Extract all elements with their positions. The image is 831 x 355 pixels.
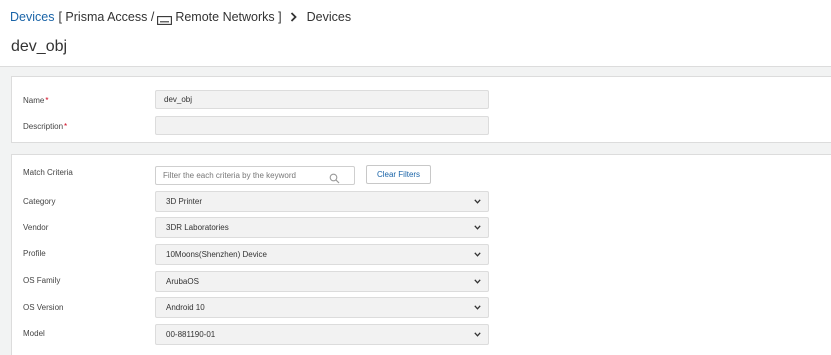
breadcrumb-devices-link[interactable]: Devices bbox=[10, 10, 54, 24]
model-value: 00-881190-01 bbox=[166, 330, 216, 339]
chevron-down-icon bbox=[474, 225, 481, 230]
match-criteria-panel: Match Criteria Filter the each criteria … bbox=[11, 154, 831, 355]
clear-filters-button[interactable]: Clear Filters bbox=[366, 165, 431, 184]
chevron-down-icon bbox=[474, 252, 481, 257]
os-version-select[interactable]: Android 10 bbox=[155, 297, 489, 318]
required-marker: * bbox=[64, 122, 68, 131]
model-label: Model bbox=[23, 329, 45, 338]
breadcrumb-scope-item: Remote Networks ] bbox=[175, 10, 282, 24]
vendor-label: Vendor bbox=[23, 223, 49, 232]
breadcrumb-scope-prefix: [ Prisma Access / bbox=[58, 10, 155, 24]
chevron-down-icon bbox=[474, 305, 481, 310]
breadcrumb-current: Devices bbox=[306, 10, 352, 24]
search-placeholder: Filter the each criteria by the keyword bbox=[163, 171, 296, 180]
os-version-label: OS Version bbox=[23, 303, 64, 312]
page-header: Devices [ Prisma Access / Remote Network… bbox=[0, 0, 831, 67]
page-title: dev_obj bbox=[11, 38, 68, 55]
chevron-down-icon bbox=[474, 199, 481, 204]
criteria-search-input[interactable]: Filter the each criteria by the keyword bbox=[155, 166, 355, 185]
os-family-label: OS Family bbox=[23, 276, 61, 285]
category-value: 3D Printer bbox=[166, 197, 203, 206]
breadcrumb: Devices [ Prisma Access / Remote Network… bbox=[10, 9, 351, 25]
chevron-right-icon bbox=[290, 12, 297, 22]
os-family-select[interactable]: ArubaOS bbox=[155, 271, 489, 292]
category-label: Category bbox=[23, 197, 56, 206]
description-label: Description* bbox=[23, 122, 68, 131]
match-criteria-label: Match Criteria bbox=[23, 168, 73, 177]
profile-value: 10Moons(Shenzhen) Device bbox=[166, 250, 267, 259]
description-field[interactable] bbox=[155, 116, 489, 135]
vendor-select[interactable]: 3DR Laboratories bbox=[155, 217, 489, 238]
os-family-value: ArubaOS bbox=[166, 277, 199, 286]
search-icon bbox=[329, 171, 340, 184]
vendor-value: 3DR Laboratories bbox=[166, 223, 229, 232]
profile-label: Profile bbox=[23, 249, 46, 258]
name-field[interactable]: dev_obj bbox=[155, 90, 489, 109]
required-marker: * bbox=[45, 96, 49, 105]
general-panel: Name* dev_obj Description* bbox=[11, 76, 831, 143]
name-label: Name* bbox=[23, 96, 49, 105]
category-select[interactable]: 3D Printer bbox=[155, 191, 489, 212]
remote-network-icon bbox=[157, 14, 173, 25]
model-select[interactable]: 00-881190-01 bbox=[155, 324, 489, 345]
profile-select[interactable]: 10Moons(Shenzhen) Device bbox=[155, 244, 489, 265]
chevron-down-icon bbox=[474, 332, 481, 337]
os-version-value: Android 10 bbox=[166, 303, 205, 312]
chevron-down-icon bbox=[474, 279, 481, 284]
